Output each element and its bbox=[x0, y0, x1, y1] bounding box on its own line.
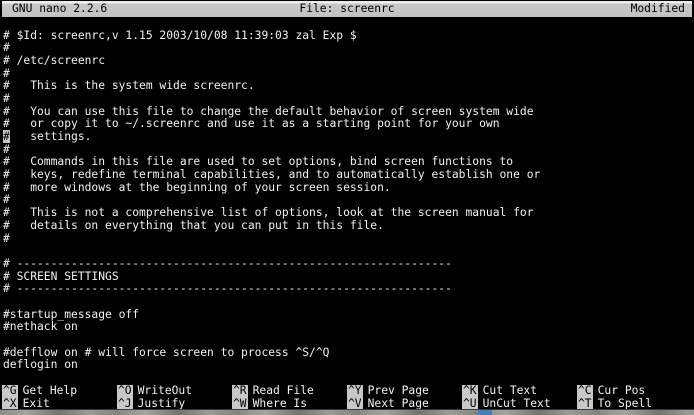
editor-line: # more windows at the beginning of your … bbox=[3, 182, 694, 195]
shortcut-label: To Spell bbox=[598, 398, 652, 410]
editor-line: # $Id: screenrc,v 1.15 2003/10/08 11:39:… bbox=[3, 30, 694, 43]
editor-line bbox=[3, 334, 694, 347]
shortcut-label: Next Page bbox=[368, 398, 429, 410]
shortcut-ctrl-y: ^Y Prev Page bbox=[347, 385, 462, 398]
editor-line: #defflow on # will force screen to proce… bbox=[3, 347, 694, 360]
desktop-edge-accent bbox=[478, 410, 492, 415]
shortcut-label: Cut Text bbox=[483, 385, 537, 397]
editor-line: # or copy it to ~/.screenrc and use it a… bbox=[3, 118, 694, 131]
shortcut-ctrl-c: ^C Cur Pos bbox=[577, 385, 692, 398]
shortcut-row: ^G Get Help ^O WriteOut ^R Read File ^Y Prev Pa… bbox=[2, 385, 692, 398]
editor-line: # details on everything that you can put… bbox=[3, 220, 694, 233]
editor-line: #startup_message off bbox=[3, 309, 694, 322]
desktop-edge-strip bbox=[0, 409, 694, 415]
shortcut-label: Exit bbox=[23, 398, 50, 410]
modified-badge: Modified bbox=[395, 1, 692, 17]
shortcut-label: WriteOut bbox=[138, 385, 192, 397]
shortcut-bar: ^G Get Help ^O WriteOut ^R Read File ^Y Prev Pa… bbox=[2, 385, 692, 410]
shortcut-ctrl-k: ^K Cut Text bbox=[462, 385, 577, 398]
editor-line bbox=[3, 296, 694, 309]
terminal-window[interactable]: GNU nano 2.2.6 File: screenrc Modified #… bbox=[0, 0, 694, 415]
shortcut-label: UnCut Text bbox=[483, 398, 551, 410]
editor-line: # /etc/screenrc bbox=[3, 55, 694, 68]
editor-content[interactable]: # $Id: screenrc,v 1.15 2003/10/08 11:39:… bbox=[3, 30, 694, 373]
shortcut-label: Justify bbox=[138, 398, 186, 410]
editor-line: #nethack on bbox=[3, 321, 694, 334]
shortcut-key: ^K bbox=[462, 385, 478, 398]
shortcut-label: Read File bbox=[253, 385, 314, 397]
editor-line: # --------------------------------------… bbox=[3, 258, 694, 271]
shortcut-label: Where Is bbox=[253, 398, 307, 410]
editor-line: # settings. bbox=[3, 131, 694, 144]
editor-line: deflogin on bbox=[3, 359, 694, 372]
editor-line: # This is the system wide screenrc. bbox=[3, 80, 694, 93]
shortcut-ctrl-g: ^G Get Help bbox=[2, 385, 117, 398]
nano-title-bar: GNU nano 2.2.6 File: screenrc Modified bbox=[2, 1, 692, 17]
shortcut-key: ^R bbox=[232, 385, 248, 398]
shortcut-label: Get Help bbox=[23, 385, 77, 397]
editor-line: # keys, redefine terminal capabilities, … bbox=[3, 169, 694, 182]
editor-line bbox=[3, 245, 694, 258]
shortcut-key: ^Y bbox=[347, 385, 363, 398]
editor-line: # This is not a comprehensive list of op… bbox=[3, 207, 694, 220]
text-cursor: # bbox=[3, 130, 10, 143]
file-name-label: File: screenrc bbox=[299, 1, 394, 17]
shortcut-key: ^C bbox=[577, 385, 593, 398]
shortcut-key: ^G bbox=[2, 385, 18, 398]
shortcut-label: Cur Pos bbox=[598, 385, 646, 397]
app-version-label: GNU nano 2.2.6 bbox=[2, 1, 299, 17]
editor-line: # bbox=[3, 93, 694, 106]
shortcut-key: ^O bbox=[117, 385, 133, 398]
editor-line: # --------------------------------------… bbox=[3, 283, 694, 296]
shortcut-label: Prev Page bbox=[368, 385, 429, 397]
editor-line: # bbox=[3, 233, 694, 246]
editor-line: # bbox=[3, 42, 694, 55]
shortcut-ctrl-r: ^R Read File bbox=[232, 385, 347, 398]
shortcut-ctrl-o: ^O WriteOut bbox=[117, 385, 232, 398]
